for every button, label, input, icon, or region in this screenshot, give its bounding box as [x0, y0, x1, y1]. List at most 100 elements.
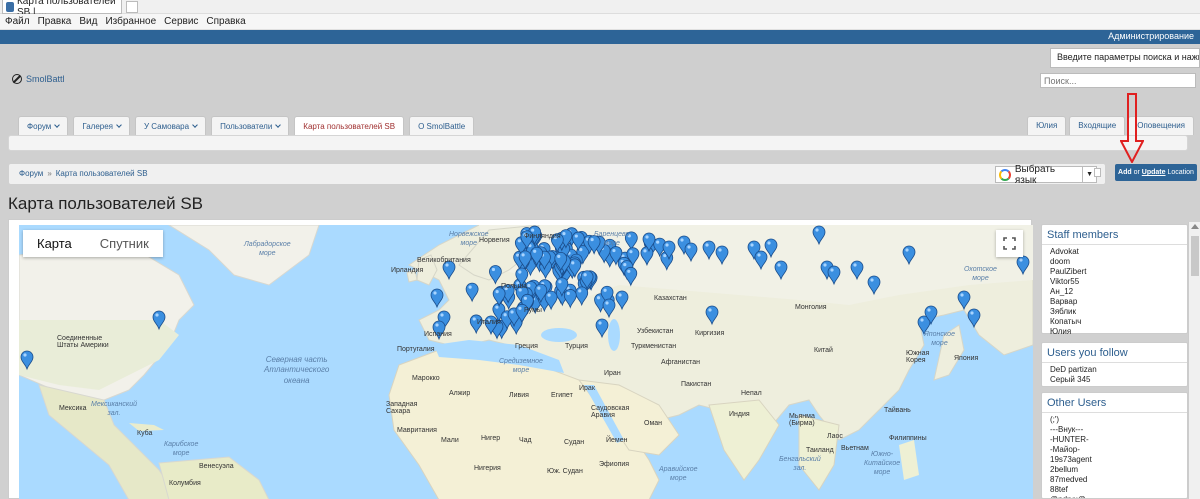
breadcrumb-bar: Форум » Карта пользователей SB Выбрать я… [8, 163, 1106, 186]
user-location-marker[interactable] [602, 298, 616, 319]
other-users-list: (;') ---Внук--- -HUNTER- -Майор- 19s73agent 2… [1042, 413, 1187, 498]
add-link[interactable]: Add [1118, 169, 1132, 176]
user-link[interactable]: -Майор- [1050, 445, 1179, 455]
map-label-laos: Лаос [827, 433, 843, 440]
tab-gallery[interactable]: Галерея [73, 116, 130, 135]
map-label-labrador-sea: Лабрадорское море [244, 241, 291, 258]
menu-edit[interactable]: Правка [38, 16, 72, 27]
user-location-marker[interactable] [20, 350, 34, 371]
page-scrollbar[interactable] [1188, 222, 1200, 499]
user-location-marker[interactable] [684, 242, 698, 263]
browser-tab[interactable]: Карта пользователей SB | ... [2, 0, 122, 18]
map-label-china: Китай [814, 347, 833, 354]
tab-user-map[interactable]: Карта пользователей SB [294, 116, 405, 135]
search-input[interactable] [1040, 73, 1196, 88]
user-location-marker[interactable] [812, 225, 826, 246]
user-location-marker[interactable] [640, 246, 654, 267]
user-link[interactable]: ---Внук--- [1050, 425, 1179, 435]
scroll-thumb[interactable] [1191, 236, 1199, 276]
scroll-up-icon[interactable] [1191, 224, 1199, 229]
map-label-west-sahara: Западная Сахара [386, 401, 418, 415]
map-label-south-china-sea: Южно- Китайское море [864, 451, 901, 477]
user-link[interactable]: Серый 345 [1050, 375, 1179, 385]
user-link[interactable]: Юлия [1050, 327, 1179, 337]
staff-members-title: Staff members [1042, 225, 1187, 245]
staff-members-block: Staff members Advokat doom PaulZibert Vikto… [1041, 224, 1188, 337]
tab-inbox[interactable]: Входящие [1069, 116, 1126, 135]
tab-users[interactable]: Пользователи [211, 116, 290, 135]
user-location-marker[interactable] [702, 240, 716, 261]
admin-link[interactable]: Администрирование [1108, 31, 1194, 41]
map-label-barents-sea: Баренцево море [594, 231, 630, 248]
user-link[interactable]: PaulZibert [1050, 267, 1179, 277]
user-location-marker[interactable] [615, 290, 629, 311]
menu-view[interactable]: Вид [79, 16, 97, 27]
user-location-marker[interactable] [902, 245, 916, 266]
user-location-marker[interactable] [492, 287, 506, 307]
user-location-marker[interactable] [563, 289, 577, 309]
user-location-marker[interactable] [430, 288, 444, 309]
user-link[interactable]: DeD partizan [1050, 365, 1179, 375]
translate-select[interactable]: Выбрать язык ▼ [995, 164, 1097, 186]
map-label-poland: Польша [501, 283, 528, 290]
user-location-marker[interactable] [754, 250, 768, 271]
user-map[interactable]: Лабрадорское море Норвежское море Баренцев… [19, 225, 1033, 499]
user-location-marker[interactable] [575, 286, 589, 307]
tab-samovar[interactable]: У Самовара [135, 116, 207, 135]
other-users-block: Other Users (;') ---Внук--- -HUNTER- -Майор… [1041, 392, 1188, 499]
user-location-marker[interactable] [957, 290, 971, 311]
user-link[interactable]: Viktor55 [1050, 277, 1179, 287]
user-location-marker[interactable] [827, 265, 841, 286]
user-location-marker[interactable] [967, 308, 981, 329]
map-type-satellite-button[interactable]: Спутник [86, 230, 163, 257]
user-link[interactable]: 88tef [1050, 485, 1179, 495]
map-label-philippines: Филиппины [889, 435, 927, 442]
user-location-marker[interactable] [465, 282, 479, 303]
map-type-map-button[interactable]: Карта [23, 230, 86, 257]
update-link[interactable]: Update [1142, 169, 1166, 176]
user-link[interactable]: Зяблик [1050, 307, 1179, 317]
user-link[interactable]: @ndryx@ [1050, 495, 1179, 498]
menu-help[interactable]: Справка [206, 16, 245, 27]
tab-forum[interactable]: Форум [18, 116, 69, 135]
site-logo[interactable]: SmolBattl [12, 74, 65, 84]
tab-account[interactable]: Юлия [1027, 116, 1067, 135]
tab-about[interactable]: О SmolBattle [409, 116, 475, 135]
new-tab-icon[interactable] [126, 1, 138, 13]
fullscreen-button[interactable] [996, 230, 1023, 257]
user-link[interactable]: 19s73agent [1050, 455, 1179, 465]
user-location-marker[interactable] [152, 310, 166, 331]
breadcrumb-user-map[interactable]: Карта пользователей SB [56, 169, 148, 178]
user-link[interactable]: 87medved [1050, 475, 1179, 485]
chevron-down-icon [116, 122, 122, 128]
user-location-marker[interactable] [595, 318, 609, 339]
map-label-ireland: Ирландия [391, 267, 424, 274]
menu-favorites[interactable]: Избранное [105, 16, 156, 27]
user-location-marker[interactable] [715, 245, 729, 266]
user-location-marker[interactable] [774, 260, 788, 281]
user-location-marker[interactable] [705, 305, 719, 326]
menu-file[interactable]: Файл [5, 16, 30, 27]
user-link[interactable]: Advokat [1050, 247, 1179, 257]
user-link[interactable]: (;') [1050, 415, 1179, 425]
breadcrumb-forum[interactable]: Форум [19, 169, 43, 178]
update-location-button[interactable]: Add or Update Location [1115, 164, 1197, 181]
user-link[interactable]: 2bellum [1050, 465, 1179, 475]
user-location-marker[interactable] [489, 265, 502, 285]
map-label-mediterranean: Средиземное море [499, 358, 543, 375]
user-location-marker[interactable] [1016, 255, 1030, 276]
map-label-yemen: Йемен [606, 437, 628, 444]
user-link[interactable]: Копатыч [1050, 317, 1179, 327]
user-link[interactable]: doom [1050, 257, 1179, 267]
user-location-marker[interactable] [867, 275, 881, 296]
user-location-marker[interactable] [624, 266, 638, 287]
user-location-marker[interactable] [850, 260, 864, 281]
map-label-uzbekistan: Узбекистан [637, 328, 674, 335]
menu-tools[interactable]: Сервис [164, 16, 198, 27]
map-label-okhotsk-sea: Охотское море [964, 266, 997, 283]
map-label-libya: Ливия [509, 392, 529, 399]
user-link[interactable]: -HUNTER- [1050, 435, 1179, 445]
user-link[interactable]: Варвар [1050, 297, 1179, 307]
user-link[interactable]: Ан_12 [1050, 287, 1179, 297]
users-follow-block: Users you follow DeD partizan Серый 345 [1041, 342, 1188, 387]
